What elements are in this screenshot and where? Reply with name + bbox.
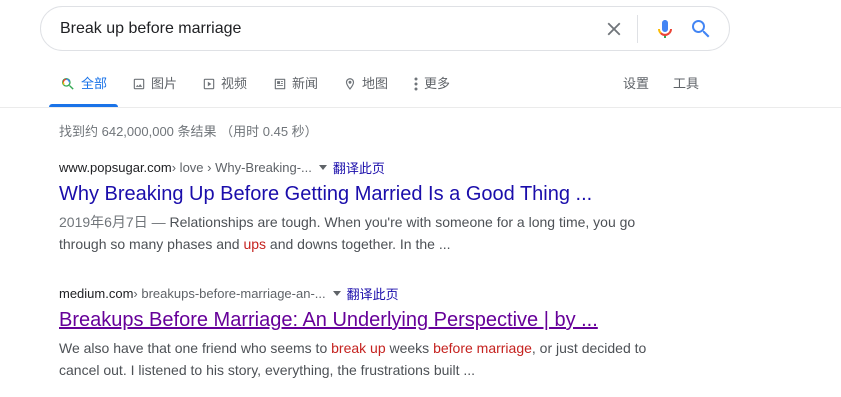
settings-link[interactable]: 设置 (623, 76, 649, 106)
snippet-highlight: ups (243, 236, 267, 252)
result-domain: medium.com (59, 285, 134, 301)
result-title-link[interactable]: Breakups Before Marriage: An Underlying … (59, 307, 679, 333)
tab-more[interactable]: 更多 (413, 76, 450, 106)
search-box[interactable] (40, 6, 730, 51)
snippet-text: and downs together. In the ... (266, 236, 451, 252)
tab-more-label: 更多 (424, 76, 451, 91)
clear-button[interactable] (603, 18, 625, 40)
tab-videos-label: 视频 (221, 76, 248, 91)
close-icon (607, 22, 621, 36)
snippet-text: weeks (385, 340, 434, 356)
result-domain: www.popsugar.com (59, 159, 172, 175)
snippet-highlight: before marriage (433, 340, 532, 356)
tab-news-label: 新闻 (292, 76, 319, 91)
snippet-text: We also have that one friend who seems t… (59, 340, 332, 356)
search-input[interactable] (60, 18, 580, 40)
result-snippet: 2019年6月7日 — Relationships are tough. Whe… (59, 211, 679, 255)
search-icon (62, 78, 74, 90)
search-tabs: 全部 图片 视频 新闻 地图 更多 设置 工具 (0, 60, 841, 108)
result-title-link[interactable]: Why Breaking Up Before Getting Married I… (59, 181, 679, 207)
search-result: www.popsugar.com › love › Why-Breaking-.… (59, 157, 679, 255)
snippet-highlight: break up (331, 340, 386, 356)
result-path: › breakups-before-marriage-an-... (133, 285, 326, 301)
voice-search-button[interactable] (653, 17, 677, 41)
search-button[interactable] (689, 17, 713, 41)
result-date: 2019年6月7日 — (59, 214, 170, 230)
tab-all[interactable]: 全部 (60, 76, 107, 106)
tab-news[interactable]: 新闻 (273, 76, 318, 106)
dropdown-arrow-icon[interactable] (318, 162, 328, 172)
result-path: › love › Why-Breaking-... (171, 159, 312, 175)
tab-videos[interactable]: 视频 (202, 76, 247, 106)
result-snippet: We also have that one friend who seems t… (59, 337, 679, 381)
search-icon (692, 20, 710, 38)
active-tab-indicator (49, 104, 118, 107)
translate-link[interactable]: 翻译此页 (347, 284, 399, 303)
dropdown-arrow-icon[interactable] (332, 288, 342, 298)
settings-label: 设置 (623, 76, 650, 91)
more-vert-icon (414, 77, 418, 91)
tab-images[interactable]: 图片 (132, 76, 177, 106)
tools-link[interactable]: 工具 (673, 76, 699, 106)
search-box-divider (637, 15, 638, 43)
location-pin-icon (345, 78, 355, 90)
microphone-icon (658, 20, 672, 38)
image-icon (133, 78, 145, 90)
translate-link[interactable]: 翻译此页 (333, 158, 385, 177)
tab-all-label: 全部 (81, 76, 108, 91)
play-icon (203, 78, 215, 90)
result-citation: medium.com › breakups-before-marriage-an… (59, 283, 679, 303)
result-stats: 找到约 642,000,000 条结果 （用时 0.45 秒） (59, 124, 318, 139)
tab-maps-label: 地图 (362, 76, 389, 91)
tab-images-label: 图片 (151, 76, 178, 91)
result-citation: www.popsugar.com › love › Why-Breaking-.… (59, 157, 679, 177)
news-icon (274, 78, 286, 90)
tools-label: 工具 (673, 76, 700, 91)
search-result: medium.com › breakups-before-marriage-an… (59, 283, 679, 381)
tab-maps[interactable]: 地图 (343, 76, 388, 106)
